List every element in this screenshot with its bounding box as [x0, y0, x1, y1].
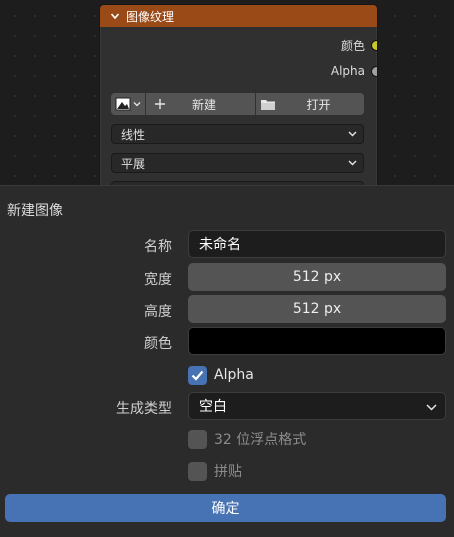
alpha-checkbox[interactable]	[188, 365, 207, 385]
node-title: 图像纹理	[126, 9, 175, 24]
chevron-down-icon	[426, 404, 437, 411]
tiled-label: 拼贴	[214, 464, 242, 480]
ok-button-label: 确定	[211, 501, 240, 517]
image-toolbar: 新建 打开	[111, 93, 364, 115]
name-label: 名称	[144, 239, 172, 255]
output-color-label: 颜色	[340, 38, 365, 53]
height-value: 512 px	[292, 301, 342, 317]
interpolation-value: 线性	[121, 127, 146, 142]
open-image-label: 打开	[306, 97, 331, 112]
new-image-button[interactable]: 新建	[146, 93, 255, 115]
output-alpha: Alpha	[331, 62, 377, 80]
height-label: 高度	[144, 304, 172, 320]
alpha-socket-icon[interactable]	[371, 65, 377, 77]
image-browse-button[interactable]	[111, 93, 145, 115]
output-color: 颜色	[341, 36, 377, 54]
generated-type-label: 生成类型	[116, 401, 172, 417]
new-image-dialog: 新建图像 名称 未命名 宽度 512 px 高度 512 px 颜色 Alpha…	[0, 185, 454, 537]
float-buffer-checkbox-row[interactable]: 32 位浮点格式	[188, 429, 306, 449]
interpolation-select[interactable]: 线性	[111, 124, 364, 144]
output-alpha-label: Alpha	[330, 64, 365, 78]
projection-select[interactable]: 平展	[111, 153, 364, 173]
alpha-checkbox-row[interactable]: Alpha	[188, 365, 254, 385]
chevron-down-icon	[348, 160, 357, 166]
image-texture-node[interactable]: 图像纹理 颜色 Alpha 新建 打开 线性 平展	[99, 4, 378, 196]
width-label: 宽度	[144, 272, 172, 288]
generated-type-select[interactable]: 空白	[188, 392, 446, 420]
open-image-button[interactable]: 打开	[255, 93, 364, 115]
float-buffer-label: 32 位浮点格式	[214, 432, 307, 448]
name-input[interactable]: 未命名	[188, 230, 446, 258]
image-icon	[115, 97, 131, 111]
collapse-chevron-icon[interactable]	[110, 11, 120, 21]
dropdown-chevron-icon	[133, 102, 141, 107]
new-image-label: 新建	[192, 97, 217, 112]
alpha-checkbox-label: Alpha	[214, 367, 254, 383]
projection-value: 平展	[121, 156, 146, 171]
plus-icon	[155, 99, 165, 109]
width-value: 512 px	[292, 269, 342, 285]
node-header[interactable]: 图像纹理	[100, 5, 377, 27]
height-field[interactable]: 512 px	[188, 295, 446, 323]
folder-icon	[260, 99, 275, 110]
float-buffer-checkbox[interactable]	[188, 429, 207, 449]
ok-button[interactable]: 确定	[5, 494, 446, 522]
tiled-checkbox[interactable]	[188, 461, 207, 481]
color-label: 颜色	[144, 336, 172, 352]
checkmark-icon	[191, 370, 204, 381]
chevron-down-icon	[348, 131, 357, 137]
dialog-title: 新建图像	[7, 203, 63, 219]
color-socket-icon[interactable]	[371, 39, 377, 51]
width-field[interactable]: 512 px	[188, 263, 446, 291]
tiled-checkbox-row[interactable]: 拼贴	[188, 461, 242, 481]
generated-type-value: 空白	[199, 399, 227, 415]
name-value: 未命名	[199, 237, 241, 253]
color-swatch[interactable]	[188, 327, 446, 355]
